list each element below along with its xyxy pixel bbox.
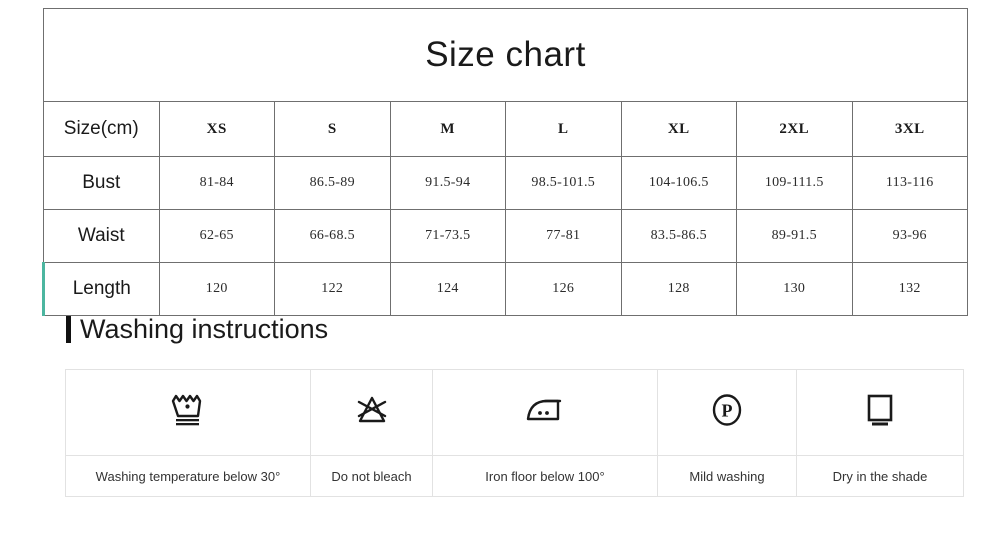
dry-clean-p-icon: P — [706, 390, 748, 430]
washing-icon-cell-bleach — [310, 369, 433, 456]
size-header-3xl: 3XL — [851, 101, 968, 157]
size-chart-table: Size chart Size(cm) XS S M L XL 2XL 3XL … — [42, 8, 968, 316]
table-row: Bust 81-84 86.5-89 91.5-94 98.5-101.5 10… — [43, 156, 968, 210]
svg-text:P: P — [722, 401, 733, 421]
cell-bust-m: 91.5-94 — [389, 156, 506, 210]
size-header-row: Size(cm) XS S M L XL 2XL 3XL — [43, 101, 968, 157]
washing-label-row: Washing temperature below 30° Do not ble… — [65, 455, 964, 497]
page-title: Size chart — [43, 8, 968, 102]
cell-bust-l: 98.5-101.5 — [505, 156, 622, 210]
size-header-xl: XL — [620, 101, 737, 157]
size-header-s: S — [274, 101, 391, 157]
dry-in-shade-icon — [859, 390, 901, 430]
washing-label-iron: Iron floor below 100° — [432, 455, 658, 497]
cell-bust-3xl: 113-116 — [851, 156, 968, 210]
cell-length-2xl: 130 — [736, 262, 853, 316]
washing-icon-row: P — [65, 369, 964, 456]
table-row: Waist 62-65 66-68.5 71-73.5 77-81 83.5-8… — [43, 209, 968, 263]
washing-icon-cell-shade — [796, 369, 964, 456]
size-header-m: M — [389, 101, 506, 157]
size-chart-section: Size chart Size(cm) XS S M L XL 2XL 3XL … — [42, 8, 968, 316]
cell-waist-3xl: 93-96 — [851, 209, 968, 263]
washing-label-bleach: Do not bleach — [310, 455, 433, 497]
washing-instructions-title: Washing instructions — [80, 314, 329, 344]
cell-length-s: 122 — [274, 262, 391, 316]
iron-two-dots-icon — [521, 391, 569, 429]
wash-tub-30-icon — [167, 391, 209, 429]
table-row: Length 120 122 124 126 128 130 132 — [42, 262, 968, 316]
size-header-l: L — [505, 101, 622, 157]
washing-label-temperature: Washing temperature below 30° — [65, 455, 311, 497]
cell-waist-xs: 62-65 — [158, 209, 275, 263]
cell-length-xs: 120 — [158, 262, 275, 316]
washing-instructions-section: P Washing temperature below 30° Do not b… — [65, 369, 964, 497]
row-label-bust: Bust — [43, 156, 160, 210]
washing-label-shade: Dry in the shade — [796, 455, 964, 497]
cell-length-m: 124 — [389, 262, 506, 316]
washing-label-mild: Mild washing — [657, 455, 797, 497]
cell-bust-xs: 81-84 — [158, 156, 275, 210]
row-label-length: Length — [42, 262, 160, 316]
cell-bust-xl: 104-106.5 — [620, 156, 737, 210]
washing-icon-cell-mild: P — [657, 369, 797, 456]
size-unit-header: Size(cm) — [43, 101, 160, 157]
cell-waist-xl: 83.5-86.5 — [620, 209, 737, 263]
cell-bust-2xl: 109-111.5 — [736, 156, 853, 210]
title-row: Size chart — [43, 8, 968, 102]
washing-instructions-table: P Washing temperature below 30° Do not b… — [65, 369, 964, 497]
row-label-waist: Waist — [43, 209, 160, 263]
cell-waist-m: 71-73.5 — [389, 209, 506, 263]
cell-waist-2xl: 89-91.5 — [736, 209, 853, 263]
do-not-bleach-icon — [351, 391, 393, 429]
washing-icon-cell-temperature — [65, 369, 311, 456]
cell-waist-s: 66-68.5 — [274, 209, 391, 263]
size-header-xs: XS — [158, 101, 275, 157]
washing-icon-cell-iron — [432, 369, 658, 456]
cell-length-xl: 128 — [620, 262, 737, 316]
cell-length-l: 126 — [505, 262, 622, 316]
heading-accent-bar-icon — [66, 316, 71, 343]
cell-bust-s: 86.5-89 — [274, 156, 391, 210]
cell-waist-l: 77-81 — [505, 209, 622, 263]
size-header-2xl: 2XL — [736, 101, 853, 157]
cell-length-3xl: 132 — [851, 262, 968, 316]
washing-instructions-heading: Washing instructions — [66, 316, 328, 343]
